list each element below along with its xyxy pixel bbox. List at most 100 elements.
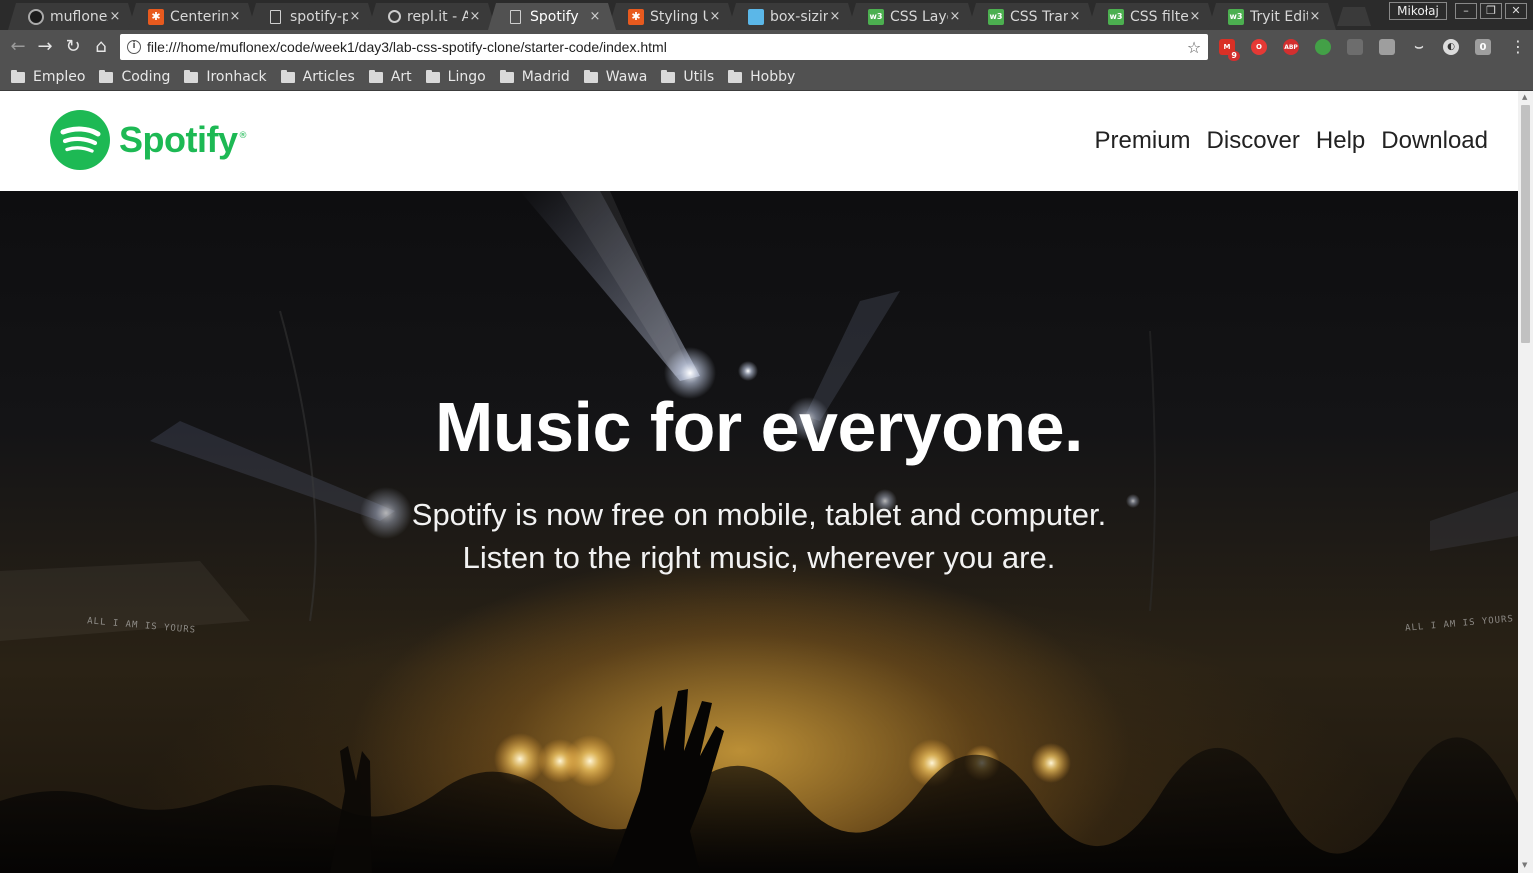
bookmark-folder[interactable]: Madrid bbox=[499, 69, 570, 85]
tab-title: CSS Layo bbox=[890, 8, 947, 25]
github-icon bbox=[28, 9, 44, 25]
tab-title: repl.it - A bbox=[407, 8, 468, 25]
hero-section: ALL I AM IS YOURS ALL I AM IS YOURS Musi… bbox=[0, 191, 1518, 873]
hero-subtitle-line-1: Spotify is now free on mobile, tablet an… bbox=[411, 497, 1107, 532]
close-icon[interactable]: × bbox=[948, 9, 962, 24]
close-icon[interactable]: × bbox=[228, 9, 242, 24]
tab-title: Centering bbox=[170, 8, 228, 25]
scroll-up-icon[interactable]: ▲ bbox=[1522, 93, 1527, 101]
minimize-icon[interactable]: – bbox=[1455, 3, 1477, 19]
close-icon[interactable]: × bbox=[1308, 9, 1322, 24]
bookmark-folder[interactable]: Hobby bbox=[728, 69, 795, 85]
browser-tab[interactable]: ✱ Styling U × bbox=[608, 3, 736, 30]
bookmark-label: Ironhack bbox=[206, 69, 267, 85]
address-bar[interactable]: i file:///home/muflonex/code/week1/day3/… bbox=[120, 34, 1208, 60]
extension-icon[interactable] bbox=[1379, 39, 1395, 55]
page-scrollbar[interactable]: ▲ ▼ bbox=[1518, 91, 1533, 873]
bookmark-folder[interactable]: Articles bbox=[280, 69, 355, 85]
close-icon[interactable]: × bbox=[468, 9, 482, 24]
bookmark-label: Articles bbox=[302, 69, 355, 85]
hero-subtitle-line-2: Listen to the right music, wherever you … bbox=[462, 540, 1056, 575]
close-icon[interactable]: × bbox=[108, 9, 122, 24]
nav-discover[interactable]: Discover bbox=[1207, 127, 1300, 155]
scroll-down-icon[interactable]: ▼ bbox=[1522, 861, 1527, 869]
close-window-icon[interactable]: ✕ bbox=[1505, 3, 1527, 19]
browser-tab[interactable]: box-sizin × bbox=[728, 3, 856, 30]
back-icon[interactable]: ← bbox=[7, 36, 29, 58]
browser-tab[interactable]: repl.it - A × bbox=[368, 3, 496, 30]
bookmark-label: Utils bbox=[683, 69, 715, 85]
notification-badge: 9 bbox=[1228, 51, 1240, 61]
browser-tab[interactable]: w3 CSS filter × bbox=[1088, 3, 1216, 30]
grid-extension-icon[interactable] bbox=[1347, 39, 1363, 55]
close-icon[interactable]: × bbox=[708, 9, 722, 24]
hero-title: Music for everyone. bbox=[435, 388, 1083, 466]
browser-tab[interactable]: w3 CSS Layo × bbox=[848, 3, 976, 30]
bookmark-folder[interactable]: Coding bbox=[99, 69, 170, 85]
counter-extension-icon[interactable]: 0 bbox=[1475, 39, 1491, 55]
w3schools-icon: w3 bbox=[1228, 9, 1244, 25]
restore-icon[interactable]: ❐ bbox=[1480, 3, 1502, 19]
bookmark-label: Empleo bbox=[33, 69, 86, 85]
registered-mark: ® bbox=[238, 131, 248, 141]
tab-title: Spotify bbox=[530, 8, 579, 25]
bookmark-star-icon[interactable]: ☆ bbox=[1184, 38, 1204, 57]
close-icon[interactable]: × bbox=[1068, 9, 1082, 24]
close-icon[interactable]: × bbox=[1188, 9, 1202, 24]
tab-title: CSS filter bbox=[1130, 8, 1188, 25]
folder-icon bbox=[280, 69, 295, 83]
bookmark-folder[interactable]: Ironhack bbox=[184, 69, 267, 85]
bookmark-folder[interactable]: Wawa bbox=[583, 69, 647, 85]
new-tab-button[interactable] bbox=[1337, 7, 1371, 26]
browser-tab[interactable]: w3 Tryit Edit × bbox=[1208, 3, 1336, 30]
folder-icon bbox=[728, 69, 743, 83]
browser-tab-active[interactable]: Spotify × bbox=[488, 3, 616, 30]
nav-download[interactable]: Download bbox=[1381, 127, 1488, 155]
profile-button[interactable]: Mikołaj bbox=[1389, 2, 1447, 20]
repl-icon bbox=[388, 10, 401, 23]
gmail-icon[interactable]: M9 bbox=[1219, 39, 1240, 61]
folder-icon bbox=[11, 69, 25, 83]
site-header: Spotify ® Premium Discover Help Download bbox=[0, 91, 1518, 191]
folder-icon bbox=[425, 69, 440, 83]
adblock-icon[interactable]: ABP bbox=[1283, 39, 1299, 55]
url-text[interactable]: file:///home/muflonex/code/week1/day3/la… bbox=[147, 39, 1184, 55]
folder-icon bbox=[368, 69, 383, 83]
tab-title: muflonex bbox=[50, 8, 108, 25]
home-icon[interactable]: ⌂ bbox=[90, 36, 112, 58]
browser-tab[interactable]: w3 CSS Tran × bbox=[968, 3, 1096, 30]
scrollbar-thumb[interactable] bbox=[1521, 105, 1530, 343]
browser-tab[interactable]: muflonex × bbox=[8, 3, 136, 30]
shield-extension-icon[interactable]: ◐ bbox=[1443, 39, 1459, 55]
reload-icon[interactable]: ↻ bbox=[62, 36, 84, 58]
bookmark-folder[interactable]: Art bbox=[368, 69, 412, 85]
menu-icon[interactable]: ⋮ bbox=[1507, 36, 1529, 58]
main-nav: Premium Discover Help Download bbox=[1079, 127, 1488, 155]
pocket-icon[interactable]: ⌣ bbox=[1411, 39, 1427, 55]
evernote-icon[interactable] bbox=[1315, 39, 1331, 55]
spotify-logo[interactable]: Spotify ® bbox=[50, 110, 248, 170]
folder-icon bbox=[661, 69, 676, 83]
spotify-logo-icon bbox=[50, 110, 110, 170]
browser-tab[interactable]: ✱ Centering × bbox=[128, 3, 256, 30]
info-icon[interactable]: i bbox=[127, 40, 141, 54]
w3schools-icon: w3 bbox=[988, 9, 1004, 25]
bookmark-folder[interactable]: Utils bbox=[661, 69, 714, 85]
tab-title: CSS Tran bbox=[1010, 8, 1068, 25]
opera-icon[interactable]: O bbox=[1251, 39, 1267, 55]
bookmark-folder[interactable]: Empleo bbox=[11, 69, 85, 85]
nav-help[interactable]: Help bbox=[1316, 127, 1365, 155]
w3schools-icon: w3 bbox=[1108, 9, 1124, 25]
browser-tab[interactable]: spotify-p × bbox=[248, 3, 376, 30]
browser-toolbar: ← → ↻ ⌂ i file:///home/muflonex/code/wee… bbox=[0, 30, 1533, 64]
close-icon[interactable]: × bbox=[348, 9, 362, 24]
close-icon[interactable]: × bbox=[588, 9, 602, 24]
forward-icon[interactable]: → bbox=[34, 36, 56, 58]
bookmark-folder[interactable]: Lingo bbox=[425, 69, 486, 85]
page-viewport: Spotify ® Premium Discover Help Download bbox=[0, 91, 1518, 873]
nav-premium[interactable]: Premium bbox=[1095, 127, 1191, 155]
close-icon[interactable]: × bbox=[828, 9, 842, 24]
w3schools-icon: w3 bbox=[868, 9, 884, 25]
tab-title: Styling U bbox=[650, 8, 708, 25]
asterisk-icon: ✱ bbox=[628, 9, 644, 25]
